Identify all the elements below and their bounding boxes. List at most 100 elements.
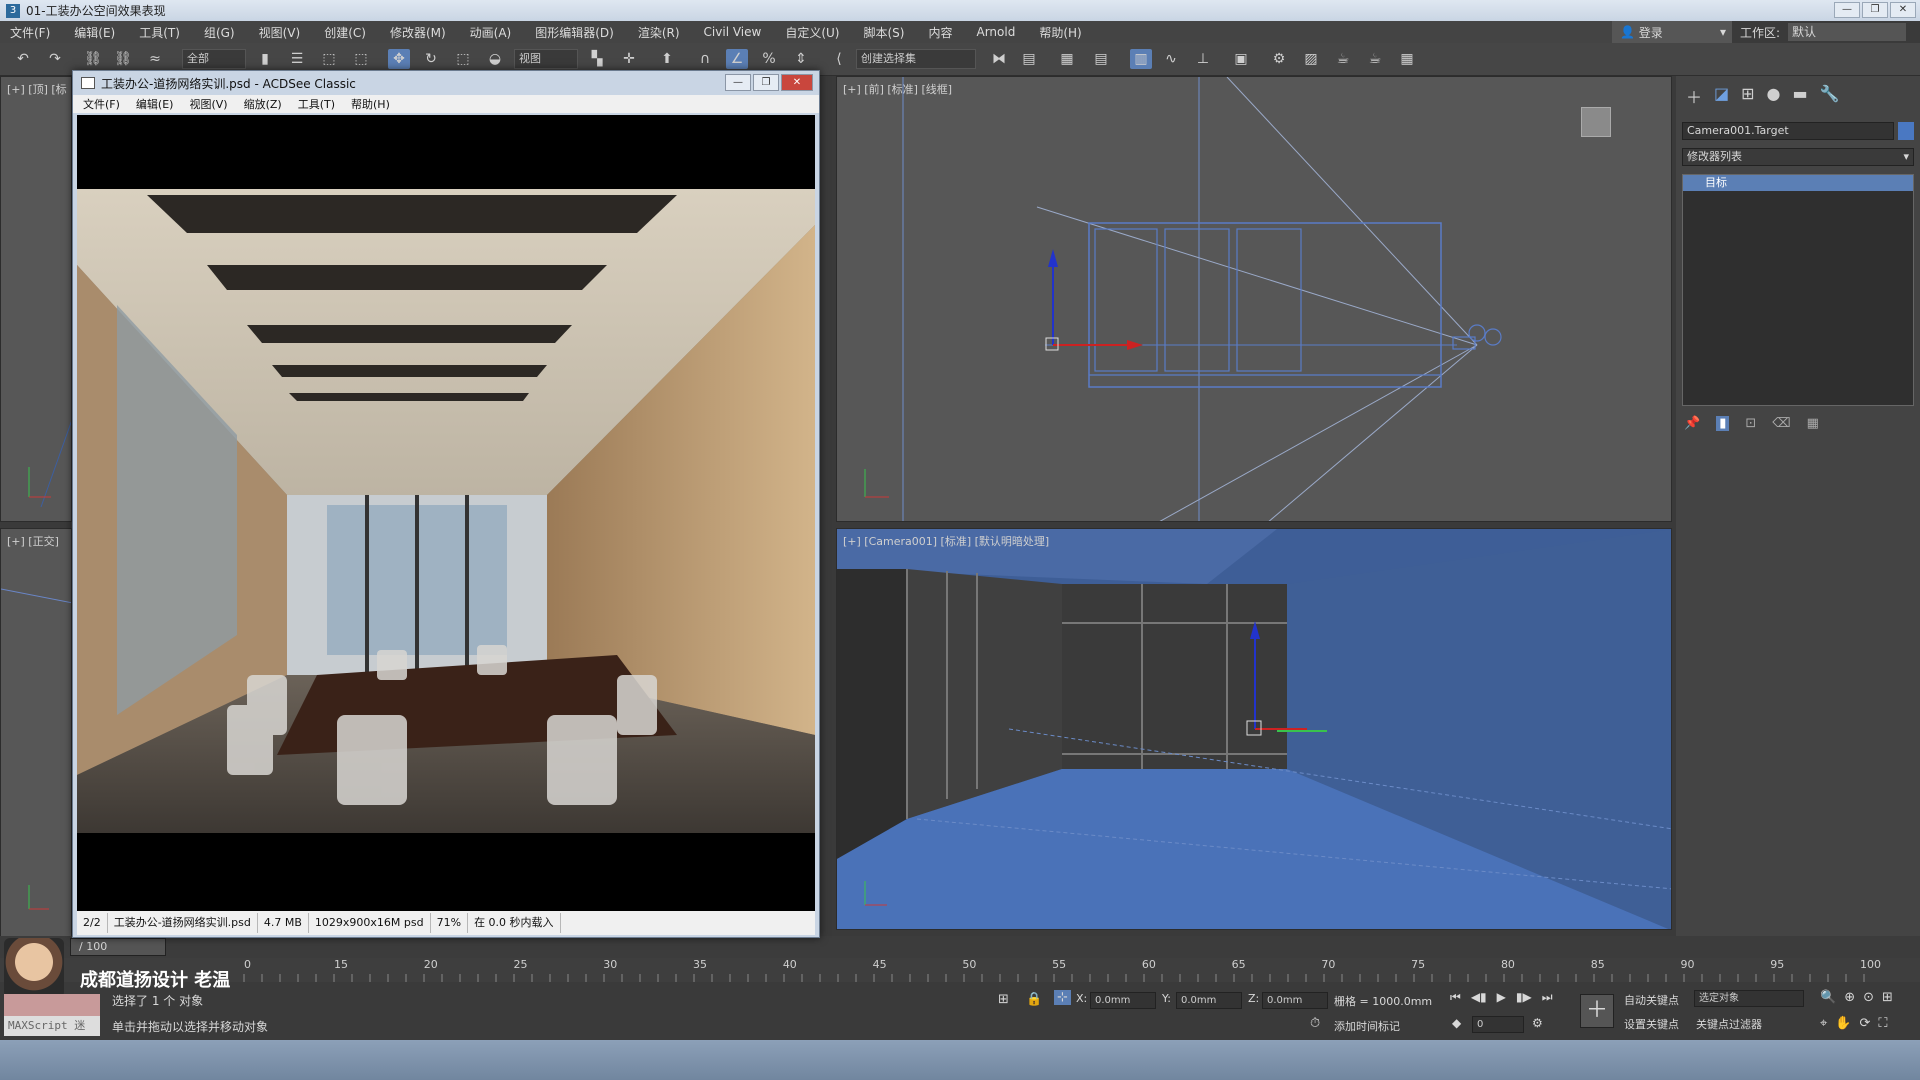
place-icon[interactable]: ◒ bbox=[484, 49, 506, 69]
acdsee-maximize-button[interactable]: ❐ bbox=[753, 74, 779, 91]
menu-item[interactable]: 编辑(E) bbox=[74, 24, 115, 41]
modifier-list-dropdown[interactable]: 修改器列表 ▾ bbox=[1682, 148, 1914, 166]
x-coordinate-field[interactable]: 0.0mm bbox=[1090, 992, 1156, 1009]
menu-item[interactable]: 创建(C) bbox=[324, 24, 366, 41]
layer-explorer-icon[interactable]: ▤ bbox=[1090, 49, 1112, 69]
set-key-big-button[interactable]: ＋ bbox=[1580, 994, 1614, 1028]
acdsee-menu-item[interactable]: 视图(V) bbox=[189, 96, 227, 112]
select-move-icon[interactable]: ✥ bbox=[388, 49, 410, 69]
key-filter-dropdown[interactable]: 选定对象 bbox=[1694, 990, 1804, 1007]
menu-item[interactable]: 渲染(R) bbox=[638, 24, 680, 41]
time-config-icon[interactable]: ⚙ bbox=[1532, 1016, 1543, 1030]
select-by-name-icon[interactable]: ☰ bbox=[286, 49, 308, 69]
menu-item[interactable]: 内容 bbox=[928, 24, 952, 41]
auto-key-button[interactable]: 自动关键点 bbox=[1624, 992, 1679, 1008]
acdsee-close-button[interactable]: ✕ bbox=[781, 74, 813, 91]
viewcube-icon[interactable] bbox=[1581, 107, 1611, 137]
orbit-icon[interactable]: ⟳ bbox=[1860, 1016, 1871, 1031]
acdsee-menu-item[interactable]: 工具(T) bbox=[298, 96, 335, 112]
create-tab-icon[interactable]: ＋ bbox=[1686, 84, 1702, 108]
configure-sets-icon[interactable]: ▦ bbox=[1807, 416, 1819, 431]
spinner-snap-icon[interactable]: ⇕ bbox=[790, 49, 812, 69]
goto-end-icon[interactable]: ⏭ bbox=[1542, 990, 1553, 1005]
viewport-camera[interactable]: [+] [Camera001] [标准] [默认明暗处理] bbox=[836, 528, 1672, 930]
keyboard-shortcut-icon[interactable]: ⬆ bbox=[656, 49, 678, 69]
rendered-frame-icon[interactable]: ▨ bbox=[1300, 49, 1322, 69]
modifier-stack-item[interactable]: 目标 bbox=[1683, 175, 1913, 191]
acdsee-minimize-button[interactable]: — bbox=[725, 74, 751, 91]
display-tab-icon[interactable]: ▬ bbox=[1793, 84, 1808, 108]
pin-stack-icon[interactable]: 📌 bbox=[1684, 416, 1700, 431]
snap-toggle-icon[interactable]: ∩ bbox=[694, 49, 716, 69]
open-explorer-icon[interactable]: ▦ bbox=[1396, 49, 1418, 69]
restore-button[interactable]: ❐ bbox=[1862, 2, 1888, 18]
menu-item[interactable]: 自定义(U) bbox=[785, 24, 839, 41]
named-selection-dropdown[interactable]: 创建选择集 bbox=[856, 49, 976, 69]
link-icon[interactable]: ⛓ bbox=[82, 49, 104, 69]
viewport-top[interactable]: [+] [顶] [标 bbox=[0, 76, 72, 522]
acdsee-menu-item[interactable]: 帮助(H) bbox=[351, 96, 390, 112]
prev-frame-icon[interactable]: ◀▮ bbox=[1471, 990, 1487, 1005]
add-time-tag[interactable]: 添加时间标记 bbox=[1334, 1018, 1400, 1034]
goto-start-icon[interactable]: ⏮ bbox=[1450, 990, 1461, 1005]
render-online-icon[interactable]: ☕ bbox=[1364, 49, 1386, 69]
acdsee-titlebar[interactable]: 工装办公-道扬网络实训.psd - ACDSee Classic — ❐ ✕ bbox=[73, 71, 819, 95]
scene-explorer-icon[interactable]: ▦ bbox=[1056, 49, 1078, 69]
angle-snap-icon[interactable]: ∠ bbox=[726, 49, 748, 69]
login-dropdown[interactable]: 👤 登录 ▾ bbox=[1612, 21, 1732, 43]
selection-filter-dropdown[interactable]: 全部 bbox=[182, 49, 246, 69]
menu-item[interactable]: 视图(V) bbox=[259, 24, 301, 41]
maxscript-listener[interactable] bbox=[4, 994, 100, 1016]
utilities-tab-icon[interactable]: 🔧 bbox=[1820, 84, 1840, 108]
menu-item[interactable]: 帮助(H) bbox=[1039, 24, 1081, 41]
next-frame-icon[interactable]: ▮▶ bbox=[1516, 990, 1532, 1005]
align-icon[interactable]: ▤ bbox=[1018, 49, 1040, 69]
mirror-icon[interactable]: ⧓ bbox=[988, 49, 1010, 69]
undo-icon[interactable]: ↶ bbox=[12, 49, 34, 69]
bind-spacewarp-icon[interactable]: ≈ bbox=[144, 49, 166, 69]
ribbon-icon[interactable]: ▥ bbox=[1130, 49, 1152, 69]
render-setup-icon[interactable]: ⚙ bbox=[1268, 49, 1290, 69]
curve-editor-icon[interactable]: ∿ bbox=[1160, 49, 1182, 69]
window-crossing-icon[interactable]: ⬚ bbox=[350, 49, 372, 69]
pan-icon[interactable]: ✋ bbox=[1835, 1016, 1851, 1031]
menu-item[interactable]: 脚本(S) bbox=[863, 24, 904, 41]
select-manipulate-icon[interactable]: ✛ bbox=[618, 49, 640, 69]
zoom-extents-icon[interactable]: ⊙ bbox=[1863, 990, 1874, 1005]
acdsee-menu-item[interactable]: 编辑(E) bbox=[136, 96, 174, 112]
acdsee-menu-item[interactable]: 文件(F) bbox=[83, 96, 120, 112]
viewport-front[interactable]: [+] [前] [标准] [线框] bbox=[836, 76, 1672, 522]
remove-modifier-icon[interactable]: ⌫ bbox=[1772, 416, 1790, 431]
menu-item[interactable]: 组(G) bbox=[204, 24, 235, 41]
percent-snap-icon[interactable]: % bbox=[758, 49, 780, 69]
menu-item[interactable]: Arnold bbox=[976, 25, 1015, 39]
edit-named-selection-icon[interactable]: ⟨ bbox=[828, 49, 850, 69]
zoom-all-icon[interactable]: ⊕ bbox=[1844, 990, 1855, 1005]
maxscript-mini[interactable]: MAXScript 迷 bbox=[4, 1016, 100, 1036]
y-coordinate-field[interactable]: 0.0mm bbox=[1176, 992, 1242, 1009]
viewport-camera-label[interactable]: [+] [Camera001] [标准] [默认明暗处理] bbox=[843, 533, 1049, 549]
schematic-view-icon[interactable]: ⊥ bbox=[1192, 49, 1214, 69]
workspace-dropdown[interactable]: 默认 bbox=[1788, 23, 1907, 41]
menu-item[interactable]: 图形编辑器(D) bbox=[535, 24, 614, 41]
motion-tab-icon[interactable]: ● bbox=[1767, 84, 1781, 108]
menu-item[interactable]: 动画(A) bbox=[470, 24, 512, 41]
modify-tab-icon[interactable]: ◪ bbox=[1714, 84, 1729, 108]
scale-icon[interactable]: ⬚ bbox=[452, 49, 474, 69]
menu-item[interactable]: Civil View bbox=[704, 25, 762, 39]
menu-item[interactable]: 工具(T) bbox=[139, 24, 180, 41]
maximize-viewport-icon[interactable]: ⛶ bbox=[1878, 1016, 1887, 1031]
object-color-swatch[interactable] bbox=[1898, 122, 1914, 140]
menu-item[interactable]: 修改器(M) bbox=[390, 24, 446, 41]
time-slider-thumb[interactable]: / 100 bbox=[70, 938, 166, 956]
z-coordinate-field[interactable]: 0.0mm bbox=[1262, 992, 1328, 1009]
object-name-field[interactable]: Camera001.Target bbox=[1682, 122, 1894, 140]
play-icon[interactable]: ▶ bbox=[1497, 990, 1506, 1005]
show-end-result-icon[interactable]: ▮ bbox=[1716, 416, 1730, 431]
key-filters-button[interactable]: 关键点过滤器 bbox=[1696, 1016, 1762, 1032]
render-production-icon[interactable]: ☕ bbox=[1332, 49, 1354, 69]
viewport-ortho[interactable]: [+] [正交] bbox=[0, 528, 72, 938]
menu-item[interactable]: 文件(F) bbox=[10, 24, 50, 41]
lock-selection-icon[interactable]: 🔒 bbox=[1026, 992, 1042, 1007]
acdsee-image-view[interactable] bbox=[77, 115, 815, 911]
